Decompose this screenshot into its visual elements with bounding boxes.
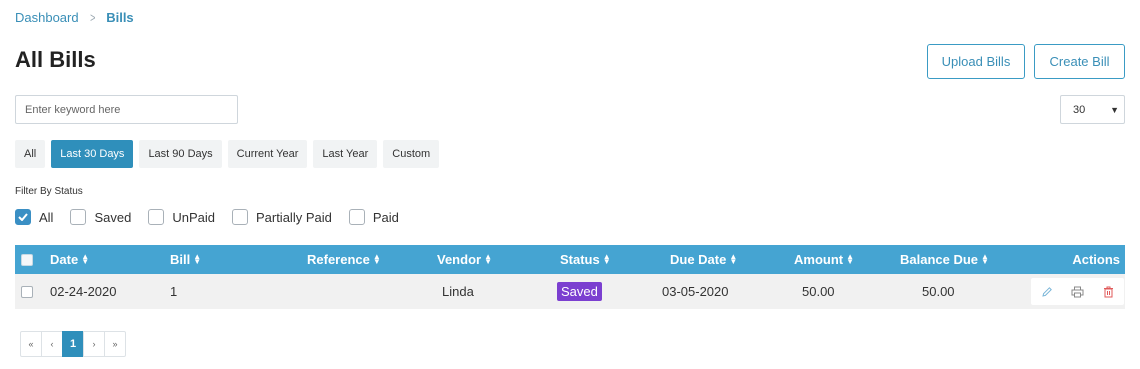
row-actions [1031,278,1124,305]
sort-icon: ▲ ▼ [846,251,855,266]
status-filter-label: UnPaid [172,209,215,225]
print-icon[interactable] [1068,282,1088,302]
status-filter-label: Partially Paid [255,209,332,225]
select-all-checkbox[interactable] [21,245,33,274]
checkbox-checked-icon[interactable] [15,209,31,225]
column-header-balance-due[interactable]: Balance Due ▲ ▼ [900,245,989,274]
tab-current-year[interactable]: Current Year [227,140,308,168]
cell-amount: 50.00 [802,284,835,299]
pagination-last[interactable]: » [104,331,126,357]
period-tabs: All Last 30 Days Last 90 Days Current Ye… [15,140,440,168]
column-header-vendor[interactable]: Vendor ▲ ▼ [437,245,492,274]
tab-custom[interactable]: Custom [383,140,440,168]
cell-status: Saved [557,274,602,309]
filter-by-status-label: Filter By Status [15,186,83,197]
cell-balance-due: 50.00 [922,284,955,299]
checkbox-icon[interactable] [148,209,165,225]
column-header-bill[interactable]: Bill ▲ ▼ [170,245,201,274]
bills-table: Date ▲ ▼ Bill ▲ ▼ Reference ▲ ▼ Vendor ▲ ▼ Statu… [15,245,1125,309]
column-header-label: Bill [170,252,191,267]
pagination-first[interactable]: « [20,331,42,357]
sort-icon: ▲ ▼ [484,251,492,266]
column-header-label: Date [50,252,79,267]
pagination: « ‹ 1 › » [20,331,126,357]
create-bill-button[interactable]: Create Bill [1034,44,1125,79]
column-header-amount[interactable]: Amount ▲ ▼ [794,245,854,274]
checkbox-icon[interactable] [70,209,87,225]
sort-icon: ▲ ▼ [602,251,611,266]
cell-date: 02-24-2020 [50,284,117,299]
column-header-status[interactable]: Status ▲ ▼ [560,245,611,274]
table-row: 02-24-2020 1 Linda Saved 03-05-2020 50.0… [15,274,1125,309]
sort-icon: ▲ ▼ [729,251,738,266]
pagination-page-1[interactable]: 1 [62,331,84,357]
tab-last-year[interactable]: Last Year [313,140,378,168]
status-filter-label: Paid [372,209,399,225]
pagination-next[interactable]: › [83,331,105,357]
cell-bill: 1 [170,284,178,299]
cell-vendor: Linda [442,284,474,299]
breadcrumb-current: Bills [106,10,134,25]
status-filter-all[interactable]: All [15,209,53,225]
cell-due-date: 03-05-2020 [662,284,729,299]
status-filter-partially-paid[interactable]: Partially Paid [231,209,332,225]
caret-down-icon: ▼ [1110,105,1119,115]
column-header-due-date[interactable]: Due Date ▲ ▼ [670,245,737,274]
tab-last-30-days[interactable]: Last 30 Days [51,140,134,168]
column-header-label: Balance Due [900,252,979,267]
sort-icon: ▲ ▼ [81,251,90,266]
upload-bills-button[interactable]: Upload Bills [927,44,1025,79]
sort-icon: ▲ ▼ [372,251,381,266]
column-header-label: Amount [794,252,844,267]
row-checkbox[interactable] [21,274,33,309]
column-header-label: Reference [307,252,370,267]
breadcrumb-dashboard-link[interactable]: Dashboard [15,10,79,25]
pagination-prev[interactable]: ‹ [41,331,63,357]
status-filter-saved[interactable]: Saved [70,209,131,225]
sort-icon: ▲ ▼ [981,251,989,266]
trash-icon[interactable] [1099,282,1119,302]
status-filter-paid[interactable]: Paid [348,209,399,225]
status-badge: Saved [557,282,602,301]
pencil-icon[interactable] [1037,282,1057,302]
per-page-value: 30 [1073,103,1086,116]
search-input[interactable] [15,95,238,124]
sort-icon: ▲ ▼ [193,251,202,266]
column-header-date[interactable]: Date ▲ ▼ [50,245,89,274]
tab-last-90-days[interactable]: Last 90 Days [139,140,222,168]
chevron-right-icon: > [89,10,96,25]
column-header-label: Vendor [437,252,482,267]
status-filter-group: All Saved UnPaid Partially Paid Paid [15,209,416,225]
column-header-label: Due Date [670,252,727,267]
status-filter-unpaid[interactable]: UnPaid [148,209,215,225]
breadcrumb: Dashboard > Bills [15,10,134,25]
tab-all[interactable]: All [15,140,46,168]
column-header-label: Status [560,252,600,267]
status-filter-label: Saved [94,209,132,225]
table-header: Date ▲ ▼ Bill ▲ ▼ Reference ▲ ▼ Vendor ▲ ▼ Statu… [15,245,1125,274]
per-page-select[interactable]: 30 ▼ [1060,95,1125,124]
checkbox-icon[interactable] [348,209,365,225]
column-header-reference[interactable]: Reference ▲ ▼ [307,245,381,274]
status-filter-label: All [39,209,54,225]
column-header-actions: Actions [1072,252,1120,267]
page-title: All Bills [15,47,96,72]
checkbox-icon[interactable] [231,209,248,225]
